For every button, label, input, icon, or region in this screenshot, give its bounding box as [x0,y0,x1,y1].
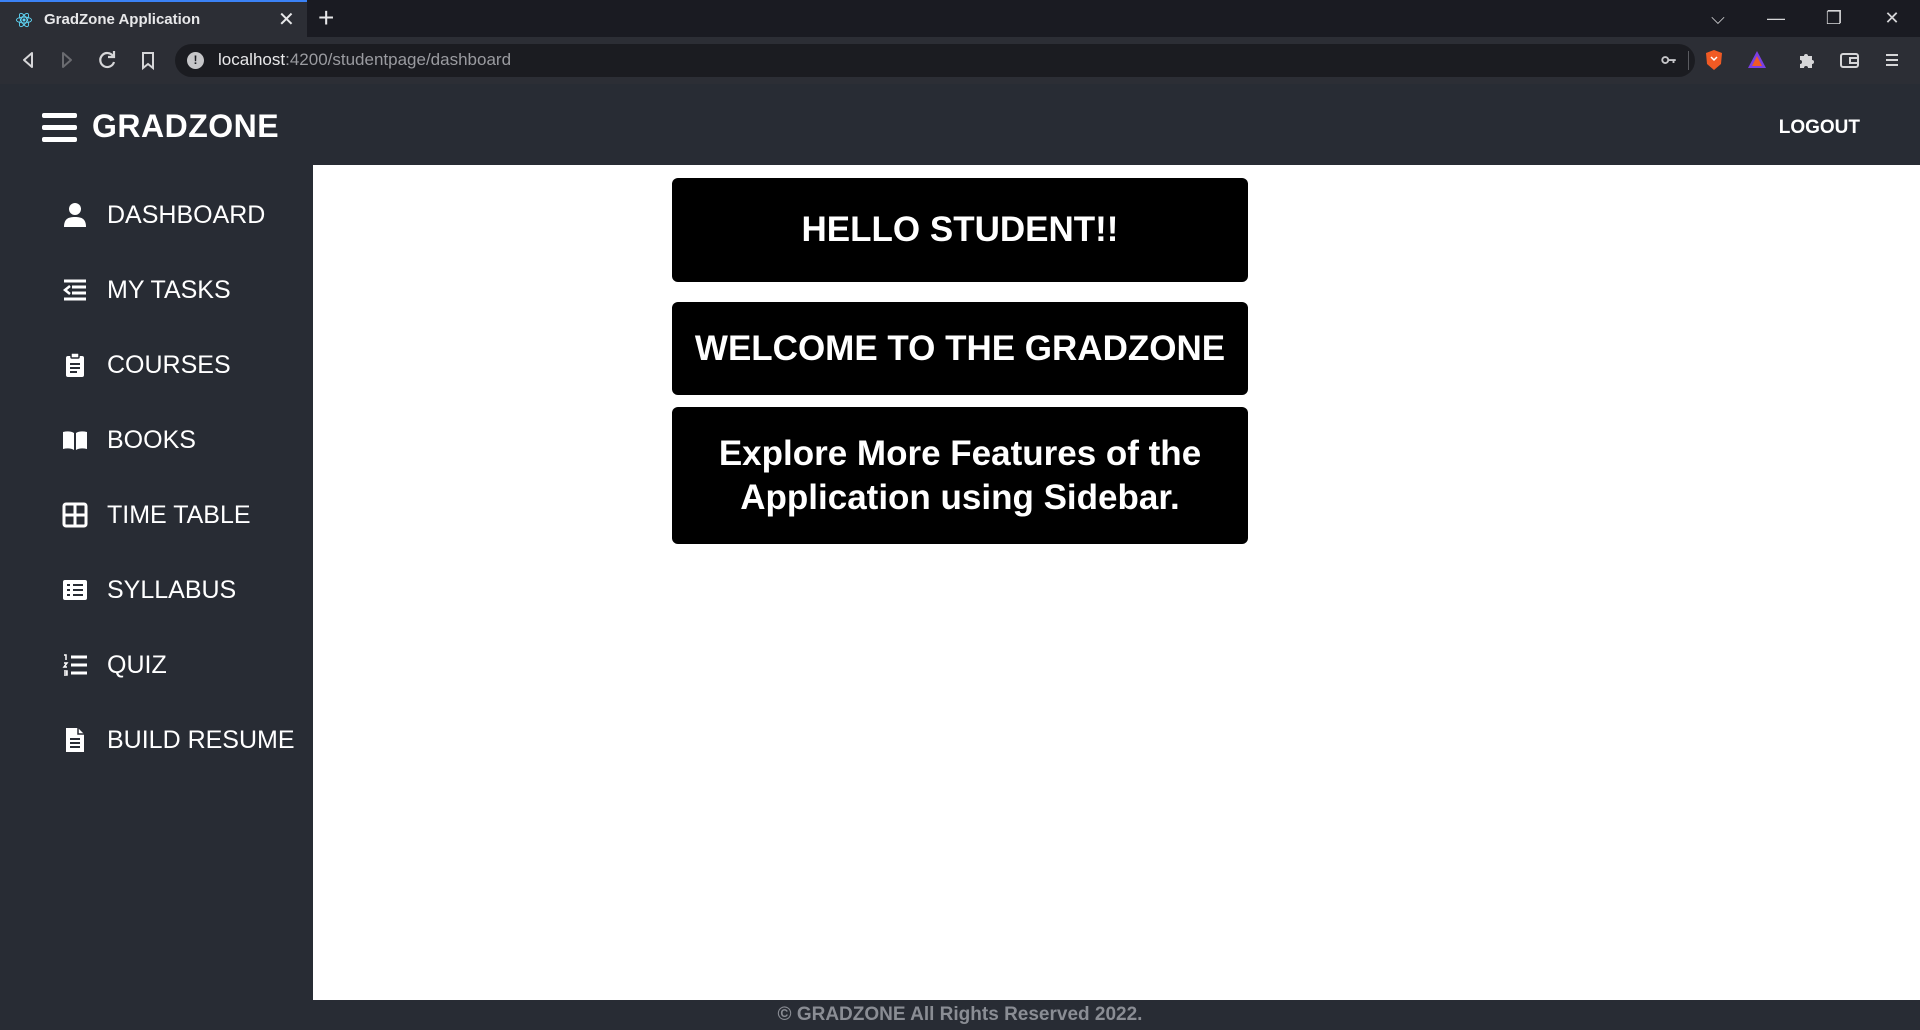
minimize-button[interactable]: — [1748,0,1804,37]
footer-copyright: © GRADZONE All Rights Reserved 2022. [0,1000,1920,1030]
site-info-icon[interactable]: ! [187,52,204,69]
sidebar-item-dashboard[interactable]: DASHBOARD [0,187,313,247]
sidebar-item-label: MY TASKS [107,276,231,304]
explore-card: Explore More Features of the Application… [672,407,1248,544]
sidebar-item-label: TIME TABLE [107,501,251,529]
sidebar-item-syllabus[interactable]: SYLLABUS [0,562,313,622]
react-icon [16,12,32,28]
document-icon [66,728,84,752]
main-content: HELLO STUDENT!! WELCOME TO THE GRADZONE … [313,165,1920,1000]
app-header: GRADZONE LOGOUT [0,84,1920,165]
clipboard-icon [66,352,84,377]
browser-tab[interactable]: GradZone Application ✕ [0,0,307,37]
sidebar-item-courses[interactable]: COURSES [0,337,313,397]
sidebar-item-build-resume[interactable]: BUILD RESUME [0,712,313,772]
close-window-button[interactable]: ✕ [1864,0,1920,37]
sidebar-item-label: QUIZ [107,651,167,679]
sidebar-item-label: COURSES [107,351,231,379]
user-icon [64,203,86,227]
sidebar-item-my-tasks[interactable]: MY TASKS [0,262,313,322]
sidebar-item-books[interactable]: BOOKS [0,412,313,472]
sidebar: DASHBOARD MY TASKS COURSES BOOKS TIME TA… [0,165,313,1000]
restore-button[interactable]: ❐ [1806,0,1862,37]
sidebar-item-label: BOOKS [107,426,196,454]
tab-title: GradZone Application [44,11,201,28]
brave-rewards-icon[interactable] [1742,45,1772,75]
menu-icon[interactable] [1877,45,1907,75]
new-tab-button[interactable]: + [318,2,334,34]
key-icon[interactable] [1660,48,1678,72]
sidebar-item-label: BUILD RESUME [107,726,295,754]
reload-icon[interactable] [92,45,122,75]
url-bar[interactable]: ! localhost:4200/studentpage/dashboard [175,44,1695,77]
url-separator [1688,51,1689,70]
sidebar-item-time-table[interactable]: TIME TABLE [0,487,313,547]
brave-shield-icon[interactable] [1699,45,1729,75]
url-text[interactable]: localhost:4200/studentpage/dashboard [218,50,511,70]
book-icon [63,431,87,450]
welcome-card: WELCOME TO THE GRADZONE [672,302,1248,395]
sidebar-item-label: SYLLABUS [107,576,237,604]
back-icon[interactable] [13,45,43,75]
app-root: GRADZONE LOGOUT DASHBOARD MY TASKS COURS… [0,84,1920,1030]
task-list-icon [62,279,86,301]
sidebar-item-quiz[interactable]: QUIZ [0,637,313,697]
browser-titlebar: GradZone Application ✕ + ⌵ — ❐ ✕ [0,0,1920,37]
sidebar-item-label: DASHBOARD [107,201,266,229]
hamburger-menu-icon[interactable] [42,113,77,143]
grid-icon [62,502,88,528]
bookmark-icon[interactable] [133,45,163,75]
greeting-card: HELLO STUDENT!! [672,178,1248,282]
numbered-list-icon [62,654,87,676]
browser-toolbar: ! localhost:4200/studentpage/dashboard [0,37,1920,84]
list-alt-icon [63,580,87,600]
forward-icon[interactable] [52,45,82,75]
brand-logo-text[interactable]: GRADZONE [92,108,279,145]
logout-button[interactable]: LOGOUT [1779,117,1860,139]
extensions-icon[interactable] [1791,45,1821,75]
tab-search-icon[interactable]: ⌵ [1690,0,1746,37]
wallet-icon[interactable] [1834,45,1864,75]
tab-close-icon[interactable]: ✕ [278,8,295,32]
